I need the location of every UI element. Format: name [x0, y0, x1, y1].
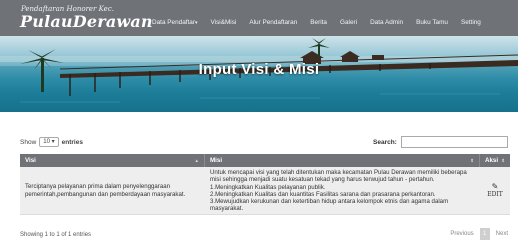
nav-data-pendaftar[interactable]: Data Pendaftar▾ [152, 19, 198, 26]
show-label: Show [20, 138, 37, 146]
misi-cell: Untuk mencapai visi yang telah ditentuka… [205, 167, 480, 214]
nav-alur-pendaftaran[interactable]: Alur Pendaftaran [249, 19, 297, 26]
sort-icon: ⇕ [470, 157, 474, 163]
column-header-aksi[interactable]: Aksi ⇕ [480, 154, 510, 167]
edit-label: EDIT [487, 190, 503, 198]
search-label: Search: [373, 138, 397, 146]
sort-icon: ▲ [194, 158, 199, 163]
sort-icon: ⇕ [501, 157, 505, 163]
nav-setting[interactable]: Setting [461, 19, 481, 26]
page-button-current[interactable]: 1 [479, 228, 490, 240]
table-row: Terciptanya pelayanan prima dalam penyel… [20, 167, 510, 215]
misi-item: 1.Meningkatkan Kualitas pelayanan publik… [210, 183, 326, 191]
previous-button[interactable]: Previous [450, 231, 473, 237]
misi-item: 2.Meningkatkan Kualitas dan kuantitas Fa… [210, 190, 436, 198]
nav-galeri[interactable]: Galeri [340, 19, 357, 26]
top-navbar: Pendaftaran Honorer Kec. PulauDerawan Da… [0, 0, 518, 36]
table-info: Showing 1 to 1 of 1 entries [20, 232, 92, 238]
next-button[interactable]: Next [496, 231, 508, 237]
nav-berita[interactable]: Berita [310, 19, 327, 26]
brand-title[interactable]: PulauDerawan [20, 12, 153, 31]
nav-visi-misi[interactable]: Visi&Misi [211, 19, 237, 26]
chevron-down-icon: ▾ [51, 139, 55, 145]
main-content: Show 10 ▾ entries Search: Visi ▲ Misi ⇕ Ak… [0, 112, 518, 244]
column-header-misi[interactable]: Misi ⇕ [205, 154, 480, 167]
column-header-visi[interactable]: Visi ▲ [20, 154, 205, 167]
table-header: Visi ▲ Misi ⇕ Aksi ⇕ [20, 154, 510, 167]
edit-icon: ✎ [491, 181, 499, 191]
chevron-down-icon: ▾ [195, 20, 198, 26]
search-input[interactable] [400, 136, 508, 148]
edit-button[interactable]: ✎ EDIT [480, 167, 510, 214]
hero-banner: Input Visi & Misi [0, 36, 518, 112]
entries-select[interactable]: 10 ▾ [39, 137, 59, 147]
misi-item: 3.Mewujudkan kerukunan dan ketertiban hi… [210, 198, 449, 213]
nav-buku-tamu[interactable]: Buku Tamu [416, 19, 448, 26]
page-title: Input Visi & Misi [198, 61, 320, 78]
nav-data-admin[interactable]: Data Admin [370, 19, 403, 26]
visi-misi-table: Visi ▲ Misi ⇕ Aksi ⇕ Terciptanya pelayanan … [20, 154, 510, 215]
search-control: Search: [373, 136, 508, 148]
entries-label: entries [61, 138, 83, 146]
visi-cell: Terciptanya pelayanan prima dalam penyel… [25, 183, 186, 198]
pagination: Previous 1 Next [450, 228, 508, 240]
entries-length-control: Show 10 ▾ entries [20, 137, 83, 147]
main-nav: Data Pendaftar▾ Visi&Misi Alur Pendaftar… [152, 19, 494, 26]
misi-intro: Untuk mencapai visi yang telah ditentuka… [210, 169, 467, 184]
